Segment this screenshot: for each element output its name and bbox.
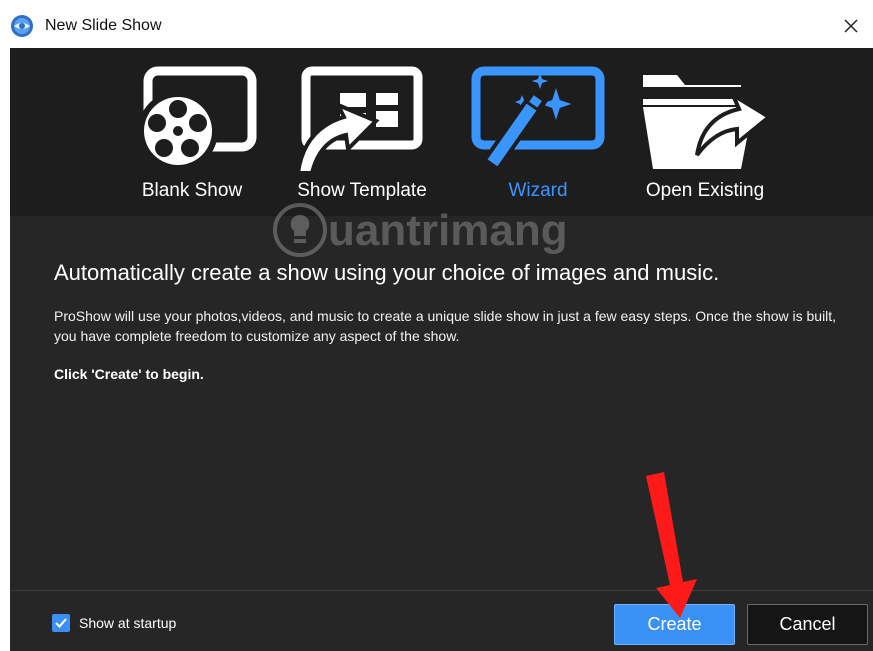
title-bar: New Slide Show (0, 0, 873, 48)
mode-label-wizard: Wizard (508, 180, 568, 201)
wizard-headline: Automatically create a show using your c… (54, 260, 720, 285)
window-title: New Slide Show (45, 17, 162, 34)
checkbox-checked-icon (52, 614, 70, 632)
proshow-globe-icon (11, 15, 33, 37)
template-arrow-icon (295, 66, 423, 175)
description-panel: Automatically create a show using your c… (54, 260, 844, 382)
show-at-startup-checkbox[interactable]: Show at startup (52, 614, 176, 632)
cancel-button[interactable]: Cancel (747, 604, 868, 645)
mode-label-show-template: Show Template (297, 180, 427, 201)
mode-label-open-existing: Open Existing (645, 180, 765, 201)
open-folder-icon (643, 75, 773, 169)
mode-selector: Blank Show Show Template Wizard Open Exi… (10, 48, 873, 216)
wizard-instruction: Click 'Create' to begin. (54, 366, 204, 382)
create-button[interactable]: Create (614, 604, 735, 645)
close-button[interactable] (829, 6, 873, 46)
mode-wizard[interactable]: Wizard (468, 48, 608, 216)
magic-wand-icon (471, 66, 605, 171)
mode-label-blank-show: Blank Show (141, 180, 243, 201)
mode-blank-show[interactable]: Blank Show (120, 48, 264, 216)
mode-open-existing[interactable]: Open Existing (635, 48, 775, 216)
wizard-description: ProShow will use your photos,videos, and… (54, 308, 837, 344)
close-icon (844, 19, 858, 33)
dialog-body: Blank Show Show Template Wizard Open Exi… (10, 48, 873, 651)
mode-show-template[interactable]: Show Template (286, 48, 438, 216)
footer-divider (10, 590, 873, 591)
film-reel-icon (138, 66, 257, 171)
show-at-startup-label: Show at startup (79, 615, 177, 631)
